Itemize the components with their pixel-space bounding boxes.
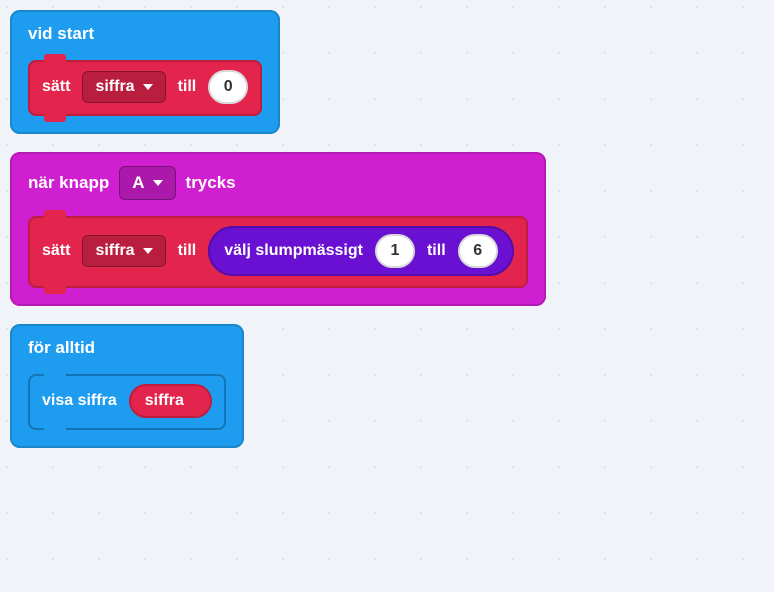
pick-random-label: välj slumpmässigt [224, 242, 363, 260]
chevron-down-icon [153, 180, 163, 186]
random-from-input[interactable]: 1 [375, 234, 415, 268]
button-dropdown[interactable]: A [119, 166, 175, 200]
when-button-prefix: när knapp [28, 173, 109, 193]
chevron-down-icon [143, 84, 153, 90]
variable-name: siffra [95, 78, 134, 96]
forever-block[interactable]: för alltid visa siffra siffra [10, 324, 244, 448]
number-input[interactable]: 0 [208, 70, 248, 104]
pick-random-block[interactable]: välj slumpmässigt 1 till 6 [208, 226, 513, 276]
variable-name: siffra [95, 242, 134, 260]
forever-title: för alltid [28, 338, 95, 358]
variable-name: siffra [145, 392, 184, 410]
random-to-input[interactable]: 6 [458, 234, 498, 268]
set-variable-block[interactable]: sätt siffra till 0 [28, 60, 262, 116]
on-button-pressed-block[interactable]: när knapp A trycks sätt siffra till välj… [10, 152, 546, 306]
variable-dropdown[interactable]: siffra [82, 235, 165, 267]
on-start-title: vid start [28, 24, 94, 44]
when-button-suffix: trycks [186, 173, 236, 193]
chevron-down-icon [143, 248, 153, 254]
set-label: sätt [42, 78, 70, 96]
variable-reporter[interactable]: siffra [129, 384, 212, 418]
to-label: till [178, 242, 197, 260]
on-start-block[interactable]: vid start sätt siffra till 0 [10, 10, 280, 134]
random-to-label: till [427, 242, 446, 260]
show-number-label: visa siffra [42, 392, 117, 410]
show-number-block[interactable]: visa siffra siffra [28, 374, 226, 430]
set-label: sätt [42, 242, 70, 260]
set-variable-block[interactable]: sätt siffra till välj slumpmässigt 1 til… [28, 216, 528, 288]
button-name: A [132, 173, 144, 193]
to-label: till [178, 78, 197, 96]
variable-dropdown[interactable]: siffra [82, 71, 165, 103]
